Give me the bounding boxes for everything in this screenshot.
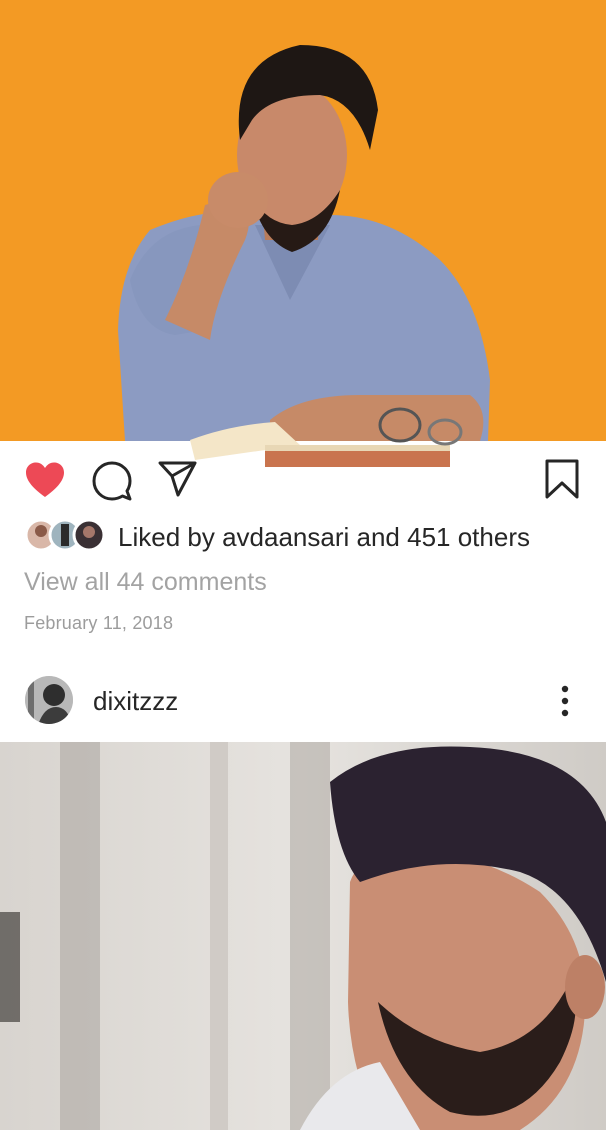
liker-avatars <box>24 518 106 557</box>
post-date: February 11, 2018 <box>24 613 174 633</box>
next-post-photo[interactable] <box>0 742 606 1130</box>
bookmark-icon[interactable] <box>544 458 580 500</box>
paper-plane-icon[interactable] <box>158 461 198 497</box>
next-post-header: dixitzzz <box>0 672 606 732</box>
view-comments-link[interactable]: View all 44 comments <box>24 568 267 597</box>
post-photo[interactable] <box>0 0 606 467</box>
post-photo-image <box>0 0 606 467</box>
likes-prefix: Liked by <box>118 521 223 552</box>
liker-avatar <box>72 518 106 557</box>
more-vertical-icon[interactable] <box>553 684 577 723</box>
liked-by-username[interactable]: avdaansari <box>222 522 349 552</box>
likes-summary: Liked by avdaansari and 451 others <box>118 522 530 553</box>
likes-others-count[interactable]: 451 others <box>407 522 530 552</box>
next-post-photo-image <box>0 742 606 1130</box>
action-bar <box>0 441 606 516</box>
user-avatar[interactable] <box>24 675 74 730</box>
heart-filled-icon[interactable] <box>24 461 66 499</box>
comment-icon[interactable] <box>92 461 132 501</box>
post-username[interactable]: dixitzzz <box>93 686 178 717</box>
likes-conjunction: and <box>349 521 408 552</box>
likes-row[interactable]: Liked by avdaansari and 451 others <box>24 517 530 557</box>
